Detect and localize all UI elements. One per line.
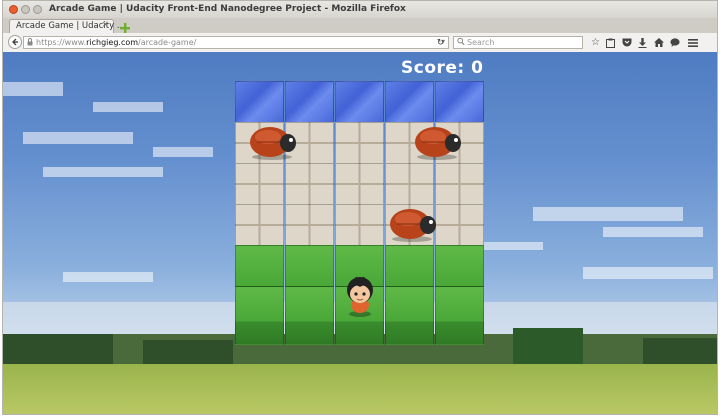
water-tile [435,81,484,123]
stone-tile [235,204,284,246]
new-tab-icon[interactable] [119,19,131,33]
maximize-window-button[interactable] [33,5,42,14]
stone-tile [285,163,334,205]
stone-tile [385,163,434,205]
tab-close-icon[interactable]: × [101,20,109,30]
navigation-bar: https://www.richgieg.com/arcade-game/ ▾ … [3,33,717,53]
lock-icon [27,38,33,48]
stone-tile [335,122,384,164]
minimize-window-button[interactable] [21,5,30,14]
stone-tile [435,163,484,205]
tab-arcade-game[interactable]: Arcade Game | Udacity ... × [9,19,125,33]
clipboard-icon[interactable] [604,36,617,49]
cloud [43,167,163,177]
score-display: Score: 0 [401,58,484,78]
cloud [93,102,163,112]
water-tile [235,81,284,123]
enemy-bug [387,206,439,248]
grass-tile [385,245,434,287]
tab-bar: Arcade Game | Udacity ... × [3,18,717,34]
grass-tile [235,286,284,345]
pocket-icon[interactable] [620,36,633,49]
menu-icon[interactable] [686,36,699,49]
enemy-bug [412,124,464,166]
title-bar: Arcade Game | Udacity Front-End Nanodegr… [3,1,717,18]
grass-field [3,364,717,414]
stone-tile [335,204,384,246]
grass-tile [435,286,484,345]
cloud [63,272,153,282]
cloud [603,227,703,237]
hill [513,328,583,364]
reload-icon[interactable]: ↻ [434,36,447,49]
enemy-bug [247,124,299,166]
search-input[interactable]: Search [453,36,583,49]
search-icon [457,37,465,48]
grass-tile [285,286,334,345]
player-character [342,274,378,322]
game-board[interactable] [235,81,485,345]
back-arrow-icon[interactable] [8,35,22,49]
url-text: https://www.richgieg.com/arcade-game/ [36,38,196,47]
download-icon[interactable] [636,36,649,49]
stone-tile [335,163,384,205]
url-bar[interactable]: https://www.richgieg.com/arcade-game/ ▾ [23,36,449,49]
cloud [483,242,543,250]
url-path: /arcade-game/ [138,38,197,47]
cloud [533,207,683,221]
grass-tile [235,245,284,287]
chat-icon[interactable] [668,36,681,49]
bookmark-star-icon[interactable]: ☆ [589,36,602,49]
stone-tile [435,204,484,246]
hill [643,338,717,364]
stone-tile [285,204,334,246]
cloud [153,147,213,157]
cloud [23,132,133,144]
search-placeholder: Search [467,38,495,47]
grass-tile [285,245,334,287]
window-title: Arcade Game | Udacity Front-End Nanodegr… [49,4,406,14]
grass-tile [435,245,484,287]
url-prefix: https://www. [36,38,87,47]
browser-window: Arcade Game | Udacity Front-End Nanodegr… [2,0,718,415]
home-icon[interactable] [652,36,665,49]
water-tile [285,81,334,123]
cloud [3,82,63,96]
page-content: Score: 0 [3,52,717,414]
grass-tile [385,286,434,345]
hill [143,340,233,364]
stone-tile [235,163,284,205]
close-window-button[interactable] [9,5,18,14]
water-tile [385,81,434,123]
cloud [583,267,713,279]
url-domain: richgieg.com [86,38,139,47]
water-tile [335,81,384,123]
hill [3,334,113,364]
